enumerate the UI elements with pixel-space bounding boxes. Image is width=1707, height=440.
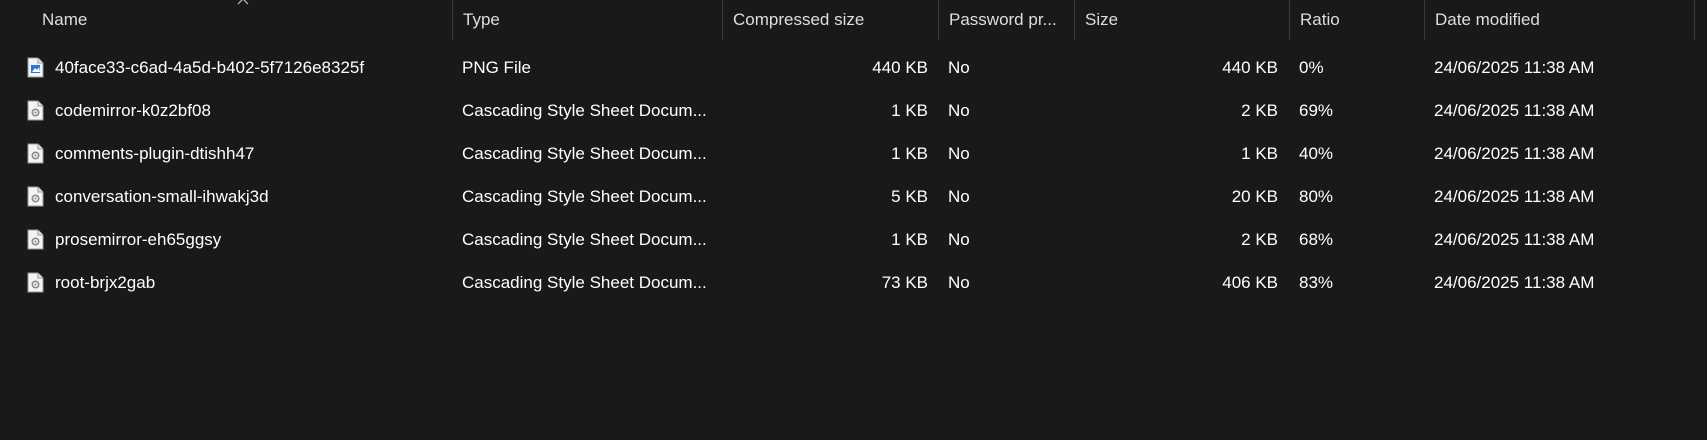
file-password-protected: No — [948, 187, 970, 206]
file-type: Cascading Style Sheet Docum... — [462, 144, 707, 163]
file-date-modified: 24/06/2025 11:38 AM — [1434, 187, 1595, 206]
file-compressed-size: 440 KB — [872, 58, 928, 77]
file-type: Cascading Style Sheet Docum... — [462, 273, 707, 292]
file-ratio: 40% — [1299, 144, 1334, 163]
file-password-protected: No — [948, 273, 970, 292]
file-type: Cascading Style Sheet Docum... — [462, 187, 707, 206]
file-compressed-size: 1 KB — [891, 230, 928, 249]
file-name: prosemirror-eh65ggsy — [55, 230, 222, 249]
file-compressed-size: 1 KB — [891, 144, 928, 163]
column-header-bar: Name Type Compressed size Password pr...… — [0, 0, 1707, 40]
table-row[interactable]: codemirror-k0z2bf08 Cascading Style Shee… — [0, 89, 1707, 132]
file-ratio: 0% — [1299, 58, 1324, 77]
file-date-modified: 24/06/2025 11:38 AM — [1434, 144, 1595, 163]
file-ratio: 80% — [1299, 187, 1334, 206]
table-row[interactable]: root-brjx2gab Cascading Style Sheet Docu… — [0, 261, 1707, 304]
file-size: 20 KB — [1231, 187, 1278, 206]
file-name: codemirror-k0z2bf08 — [55, 101, 211, 120]
table-row[interactable]: 40face33-c6ad-4a5d-b402-5f7126e8325f PNG… — [0, 46, 1707, 89]
column-header-size[interactable]: Size — [1075, 0, 1290, 40]
column-header-name[interactable]: Name — [32, 0, 453, 40]
file-size: 440 KB — [1222, 58, 1278, 77]
file-name: 40face33-c6ad-4a5d-b402-5f7126e8325f — [55, 58, 365, 77]
table-row[interactable]: prosemirror-eh65ggsy Cascading Style She… — [0, 218, 1707, 261]
table-row[interactable]: conversation-small-ihwakj3d Cascading St… — [0, 175, 1707, 218]
file-type: Cascading Style Sheet Docum... — [462, 101, 707, 120]
file-type: PNG File — [462, 58, 531, 77]
file-name: comments-plugin-dtishh47 — [55, 144, 255, 163]
column-header-type[interactable]: Type — [453, 0, 723, 40]
column-header-ratio[interactable]: Ratio — [1290, 0, 1425, 40]
column-header-compressed-size[interactable]: Compressed size — [723, 0, 939, 40]
file-rows: 40face33-c6ad-4a5d-b402-5f7126e8325f PNG… — [0, 46, 1707, 304]
file-compressed-size: 5 KB — [891, 187, 928, 206]
file-password-protected: No — [948, 101, 970, 120]
table-row[interactable]: comments-plugin-dtishh47 Cascading Style… — [0, 132, 1707, 175]
file-ratio: 83% — [1299, 273, 1334, 292]
file-compressed-size: 73 KB — [881, 273, 928, 292]
file-date-modified: 24/06/2025 11:38 AM — [1434, 101, 1595, 120]
column-header-date-modified[interactable]: Date modified — [1425, 0, 1695, 40]
file-date-modified: 24/06/2025 11:38 AM — [1434, 230, 1595, 249]
file-type: Cascading Style Sheet Docum... — [462, 230, 707, 249]
file-size: 2 KB — [1241, 101, 1278, 120]
file-compressed-size: 1 KB — [891, 101, 928, 120]
file-ratio: 68% — [1299, 230, 1334, 249]
file-size: 406 KB — [1222, 273, 1278, 292]
file-name: conversation-small-ihwakj3d — [55, 187, 269, 206]
file-date-modified: 24/06/2025 11:38 AM — [1434, 58, 1595, 77]
file-list-view: Name Type Compressed size Password pr...… — [0, 0, 1707, 440]
file-name: root-brjx2gab — [55, 273, 156, 292]
file-size: 2 KB — [1241, 230, 1278, 249]
file-ratio: 69% — [1299, 101, 1334, 120]
column-header-password-protected[interactable]: Password pr... — [939, 0, 1075, 40]
file-password-protected: No — [948, 230, 970, 249]
file-date-modified: 24/06/2025 11:38 AM — [1434, 273, 1595, 292]
file-size: 1 KB — [1241, 144, 1278, 163]
file-password-protected: No — [948, 58, 970, 77]
file-password-protected: No — [948, 144, 970, 163]
